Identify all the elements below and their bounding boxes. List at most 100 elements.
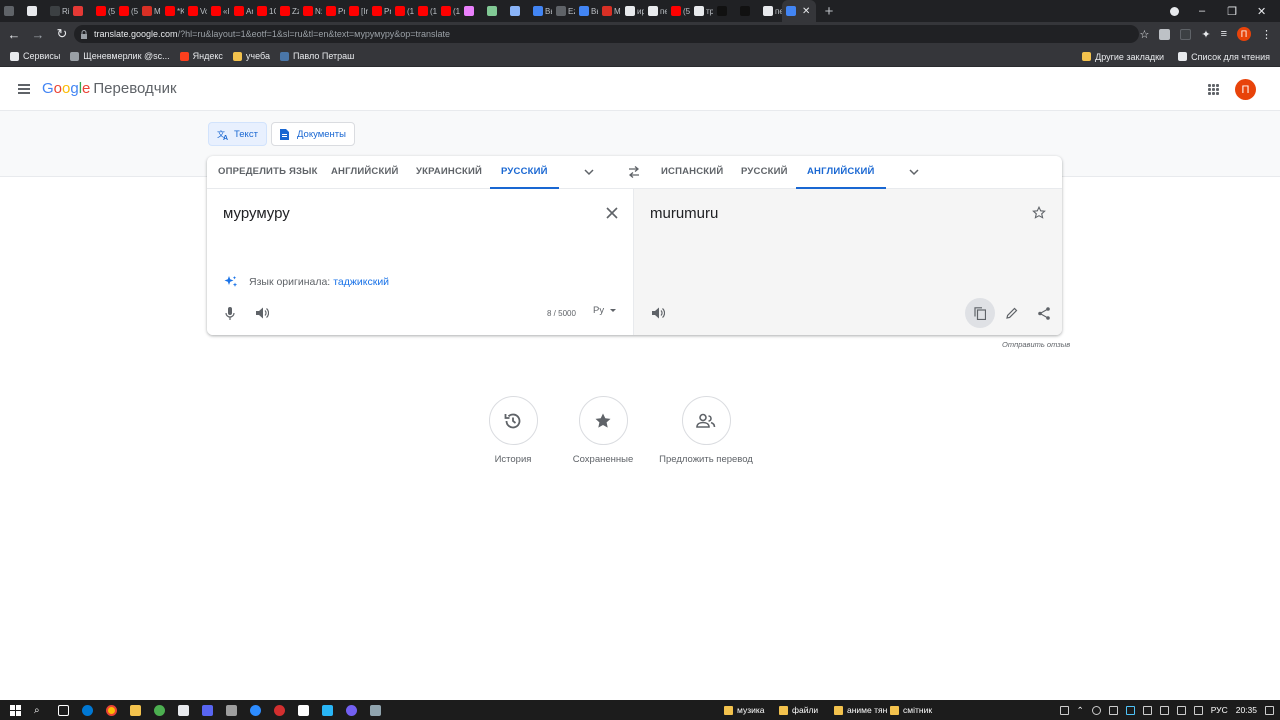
browser-tab[interactable]: «I	[207, 0, 230, 22]
tray-icon[interactable]	[1159, 705, 1169, 715]
send-feedback-link[interactable]: Отправить отзыв	[1002, 340, 1070, 349]
close-tab-icon[interactable]: ✕	[802, 6, 810, 17]
extensions-puzzle-icon[interactable]: ✦	[1201, 28, 1210, 41]
account-avatar[interactable]: П	[1235, 79, 1256, 100]
browser-tab[interactable]: Ez	[552, 0, 575, 22]
google-apps-icon[interactable]	[1208, 84, 1219, 95]
clear-source-icon[interactable]	[606, 207, 618, 219]
browser-tab[interactable]: (5	[115, 0, 138, 22]
bookmark-item[interactable]: Список для чтения	[1178, 52, 1270, 62]
edit-translation-button[interactable]	[997, 298, 1027, 328]
browser-tab[interactable]: (1	[437, 0, 460, 22]
new-tab-icon[interactable]: +	[816, 3, 842, 20]
browser-tab[interactable]: Zz	[276, 0, 299, 22]
source-lang-detect[interactable]: Определить язык	[218, 156, 318, 189]
save-translation-star-icon[interactable]	[1032, 206, 1046, 220]
copy-translation-button[interactable]	[965, 298, 995, 328]
browser-tab[interactable]: Pr	[368, 0, 391, 22]
address-bar[interactable]: translate.google.com/?hl=ru&layout=1&eot…	[74, 25, 1139, 43]
bookmark-star-icon[interactable]: ☆	[1139, 28, 1149, 41]
source-lang-english[interactable]: Английский	[331, 156, 399, 189]
history-button[interactable]	[488, 396, 538, 445]
browser-tab[interactable]: (5	[667, 0, 690, 22]
bookmark-item[interactable]: Щеневмерлик @sc...	[70, 51, 170, 61]
start-windows-icon[interactable]	[10, 704, 21, 716]
reading-list-icon[interactable]: ≡	[1221, 28, 1227, 40]
browser-tab[interactable]: Vo	[184, 0, 207, 22]
source-more-chevron-icon[interactable]	[583, 166, 595, 178]
tray-icon[interactable]	[1142, 705, 1152, 715]
task-view-icon[interactable]	[58, 704, 69, 716]
clock[interactable]: 20:35	[1236, 705, 1257, 715]
browser-tab[interactable]: 1С	[253, 0, 276, 22]
browser-tab[interactable]: пе	[644, 0, 667, 22]
keyboard-selector[interactable]: Ру	[593, 305, 617, 316]
main-menu-icon[interactable]	[18, 84, 30, 94]
reload-icon[interactable]: ↻	[50, 26, 74, 42]
chrome-taskbar-icon[interactable]	[106, 704, 117, 716]
taskbar-app-icon[interactable]	[178, 704, 189, 716]
bookmark-item[interactable]: Яндекс	[179, 51, 223, 61]
browser-tab[interactable]	[0, 0, 23, 22]
browser-tab[interactable]: M	[138, 0, 161, 22]
taskbar-app-icon[interactable]	[250, 704, 261, 716]
bookmark-item[interactable]: учеба	[232, 51, 270, 61]
menu-dots-icon[interactable]: ⋮	[1261, 28, 1272, 41]
browser-tab[interactable]	[69, 0, 92, 22]
input-language[interactable]: РУС	[1211, 705, 1228, 715]
browser-tab[interactable]: Вь	[575, 0, 598, 22]
viber-icon[interactable]	[346, 704, 357, 716]
browser-tab[interactable]	[460, 0, 483, 22]
source-lang-russian[interactable]: Русский	[490, 156, 559, 189]
source-text-input[interactable]: мурумуру	[223, 205, 290, 222]
network-icon[interactable]	[1176, 705, 1186, 715]
browser-tab[interactable]: N:	[299, 0, 322, 22]
browser-tab[interactable]	[483, 0, 506, 22]
taskbar-app-icon[interactable]	[154, 704, 165, 716]
tray-chevron-icon[interactable]: ⌃	[1077, 705, 1084, 716]
target-more-chevron-icon[interactable]	[908, 166, 920, 178]
bluetooth-icon[interactable]	[1125, 705, 1135, 715]
text-mode-button[interactable]: 文A Текст	[208, 122, 267, 146]
browser-tab[interactable]	[23, 0, 46, 22]
taskbar-app-icon[interactable]	[226, 704, 237, 716]
browser-tab[interactable]: Ri	[46, 0, 69, 22]
forward-icon[interactable]: →	[26, 27, 50, 42]
taskbar-folder[interactable]: музика	[724, 700, 764, 720]
tray-icon[interactable]	[1108, 705, 1118, 715]
taskbar-folder[interactable]: аниме тян	[834, 700, 887, 720]
taskbar-app-icon[interactable]	[370, 704, 381, 716]
source-lang-ukrainian[interactable]: Украинский	[416, 156, 482, 189]
detected-lang-link[interactable]: таджикский	[333, 276, 389, 288]
close-window-icon[interactable]: ✕	[1257, 5, 1266, 18]
tray-icon[interactable]	[1059, 705, 1069, 715]
browser-tab[interactable]: пе	[759, 0, 782, 22]
google-translate-logo[interactable]: Google Переводчик	[42, 80, 177, 97]
volume-icon[interactable]	[1193, 705, 1203, 715]
target-listen-button[interactable]	[643, 298, 673, 328]
browser-tab[interactable]: *K	[161, 0, 184, 22]
browser-tab[interactable]	[736, 0, 759, 22]
target-lang-russian[interactable]: Русский	[741, 156, 788, 189]
share-translation-button[interactable]	[1029, 298, 1059, 328]
swap-languages-icon[interactable]	[627, 165, 641, 179]
browser-tab[interactable]: тр	[690, 0, 713, 22]
search-icon[interactable]: ⌕	[34, 705, 45, 716]
browser-tab[interactable]: ир	[621, 0, 644, 22]
browser-tab[interactable]: Вь	[529, 0, 552, 22]
notepad-icon[interactable]	[298, 704, 309, 716]
discord-icon[interactable]	[202, 704, 213, 716]
saved-button[interactable]	[578, 396, 628, 445]
bookmark-item[interactable]: Павло Петраш	[279, 51, 354, 61]
browser-tab[interactable]: ✕	[782, 0, 816, 22]
extension-icon[interactable]	[1180, 28, 1192, 40]
bookmark-item[interactable]: Сервисы	[10, 51, 60, 61]
file-explorer-icon[interactable]	[130, 704, 141, 716]
voice-input-button[interactable]	[215, 298, 245, 328]
browser-tab[interactable]: (5	[92, 0, 115, 22]
browser-tab[interactable]: [Ir	[345, 0, 368, 22]
profile-avatar[interactable]: П	[1237, 27, 1251, 41]
documents-mode-button[interactable]: Документы	[271, 122, 355, 146]
browser-tab[interactable]: (1	[414, 0, 437, 22]
browser-tab[interactable]: (1	[391, 0, 414, 22]
